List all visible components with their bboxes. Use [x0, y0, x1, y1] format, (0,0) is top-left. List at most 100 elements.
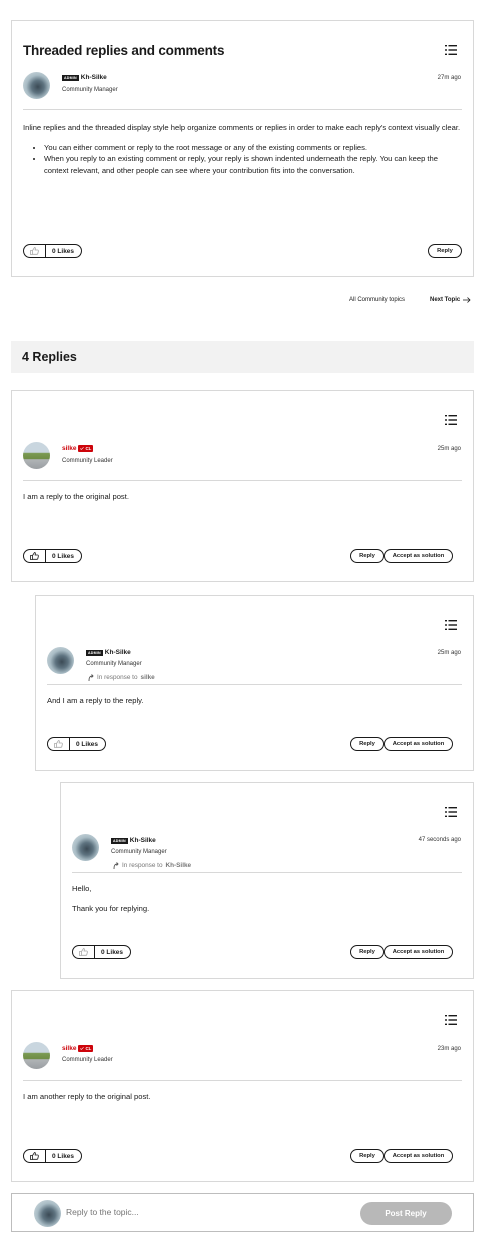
badge-label: CL — [85, 1046, 92, 1051]
in-response-to[interactable]: In response to silke — [88, 673, 155, 681]
thumbs-up-icon — [30, 552, 39, 560]
in-response-to[interactable]: In response to Kh-Silke — [113, 861, 191, 869]
post-reply-button[interactable]: Post Reply — [360, 1202, 452, 1225]
avatar[interactable] — [72, 834, 99, 861]
divider — [47, 684, 462, 685]
reply-input[interactable] — [66, 1207, 346, 1217]
author-name[interactable]: silke — [62, 445, 76, 452]
author-line: silke CL — [62, 445, 94, 452]
reply-composer: Post Reply — [11, 1193, 474, 1232]
likes-count[interactable]: 0 Likes — [95, 946, 130, 958]
post-time: 23m ago — [437, 1046, 461, 1052]
reply-card: silke CL Community Leader 25m ago I am a… — [11, 390, 474, 582]
reply-button[interactable]: Reply — [428, 244, 462, 258]
menu-list-icon[interactable] — [445, 1015, 457, 1025]
likes-count[interactable]: 0 Likes — [70, 738, 105, 750]
in-response-prefix: In response to — [97, 673, 138, 681]
menu-list-icon[interactable] — [445, 620, 457, 630]
author-line: ADMIN Kh-Silke — [111, 837, 156, 844]
replies-count: 4 Replies — [22, 350, 77, 364]
reply-arrow-icon — [113, 862, 119, 869]
topic-card: Threaded replies and comments ADMIN Kh-S… — [11, 20, 474, 277]
in-response-author[interactable]: silke — [141, 674, 155, 681]
author-line: silke CL — [62, 1045, 94, 1052]
author-line: ADMIN Kh-Silke — [86, 649, 131, 656]
post-time: 27m ago — [437, 75, 461, 81]
author-role: Community Leader — [62, 1057, 113, 1063]
reply-button[interactable]: Reply — [350, 1149, 384, 1163]
author-role: Community Manager — [62, 87, 118, 93]
accept-solution-button[interactable]: Accept as solution — [384, 945, 453, 959]
avatar[interactable] — [23, 1042, 50, 1069]
community-leader-badge: CL — [78, 445, 94, 452]
kudo-button[interactable] — [24, 1150, 46, 1162]
admin-badge: ADMIN — [62, 74, 79, 81]
check-icon — [80, 1047, 85, 1050]
kudo-button[interactable] — [48, 738, 70, 750]
reply-button[interactable]: Reply — [350, 945, 384, 959]
arrow-right-icon — [463, 297, 471, 303]
thumbs-up-icon — [54, 740, 63, 748]
accept-solution-button[interactable]: Accept as solution — [384, 549, 453, 563]
avatar[interactable] — [23, 72, 50, 99]
reply-card: ADMIN Kh-Silke Community Manager In resp… — [60, 782, 474, 979]
author-name[interactable]: silke — [62, 1045, 76, 1052]
likes-control: 0 Likes — [23, 244, 83, 258]
reply-body: And I am a reply to the reply. — [47, 696, 144, 705]
admin-badge: ADMIN — [111, 837, 128, 844]
post-time: 25m ago — [437, 650, 461, 656]
author-line: ADMIN Kh-Silke — [62, 74, 107, 81]
reply-card: ADMIN Kh-Silke Community Manager In resp… — [35, 595, 474, 771]
author-role: Community Manager — [86, 661, 142, 667]
next-topic-link[interactable]: Next Topic — [430, 297, 471, 303]
reply-body-line: Thank you for replying. — [72, 904, 150, 913]
likes-count[interactable]: 0 Likes — [46, 550, 81, 562]
divider — [72, 872, 462, 873]
post-time: 47 seconds ago — [418, 837, 461, 843]
author-name[interactable]: Kh-Silke — [130, 837, 156, 844]
reply-body: I am another reply to the original post. — [23, 1092, 151, 1101]
reply-card: silke CL Community Leader 23m ago I am a… — [11, 990, 474, 1182]
likes-control: 0 Likes — [47, 737, 107, 751]
author-name[interactable]: Kh-Silke — [105, 649, 131, 656]
list-item: When you reply to an existing comment or… — [44, 153, 463, 176]
post-time: 25m ago — [437, 446, 461, 452]
kudo-button[interactable] — [24, 245, 46, 257]
author-name[interactable]: Kh-Silke — [81, 74, 107, 81]
thumbs-up-icon — [30, 1152, 39, 1160]
reply-body: I am a reply to the original post. — [23, 492, 129, 501]
post-paragraph: Inline replies and the threaded display … — [23, 123, 461, 132]
kudo-button[interactable] — [24, 550, 46, 562]
avatar[interactable] — [23, 442, 50, 469]
likes-control: 0 Likes — [23, 549, 83, 563]
list-item: You can either comment or reply to the r… — [44, 142, 463, 154]
accept-solution-button[interactable]: Accept as solution — [384, 737, 453, 751]
thumbs-up-icon — [30, 247, 39, 255]
post-body: Inline replies and the threaded display … — [23, 122, 463, 176]
menu-list-icon[interactable] — [445, 807, 457, 817]
admin-badge: ADMIN — [86, 649, 103, 656]
in-response-author[interactable]: Kh-Silke — [166, 862, 192, 869]
reply-button[interactable]: Reply — [350, 549, 384, 563]
avatar — [34, 1200, 61, 1227]
check-icon — [80, 447, 85, 450]
community-leader-badge: CL — [78, 1045, 94, 1052]
avatar[interactable] — [47, 647, 74, 674]
reply-button[interactable]: Reply — [350, 737, 384, 751]
in-response-prefix: In response to — [122, 861, 163, 869]
topic-title: Threaded replies and comments — [23, 43, 225, 58]
next-topic-label: Next Topic — [430, 297, 461, 303]
likes-count[interactable]: 0 Likes — [46, 245, 81, 257]
author-role: Community Leader — [62, 458, 113, 464]
all-topics-link[interactable]: All Community topics — [349, 297, 405, 303]
likes-control: 0 Likes — [72, 945, 132, 959]
kudo-button[interactable] — [73, 946, 95, 958]
badge-label: CL — [85, 446, 92, 451]
post-bullet-list: You can either comment or reply to the r… — [44, 142, 463, 177]
menu-list-icon[interactable] — [445, 415, 457, 425]
accept-solution-button[interactable]: Accept as solution — [384, 1149, 453, 1163]
likes-count[interactable]: 0 Likes — [46, 1150, 81, 1162]
menu-list-icon[interactable] — [445, 45, 457, 55]
reply-arrow-icon — [88, 674, 94, 681]
reply-body-line: Hello, — [72, 884, 92, 893]
